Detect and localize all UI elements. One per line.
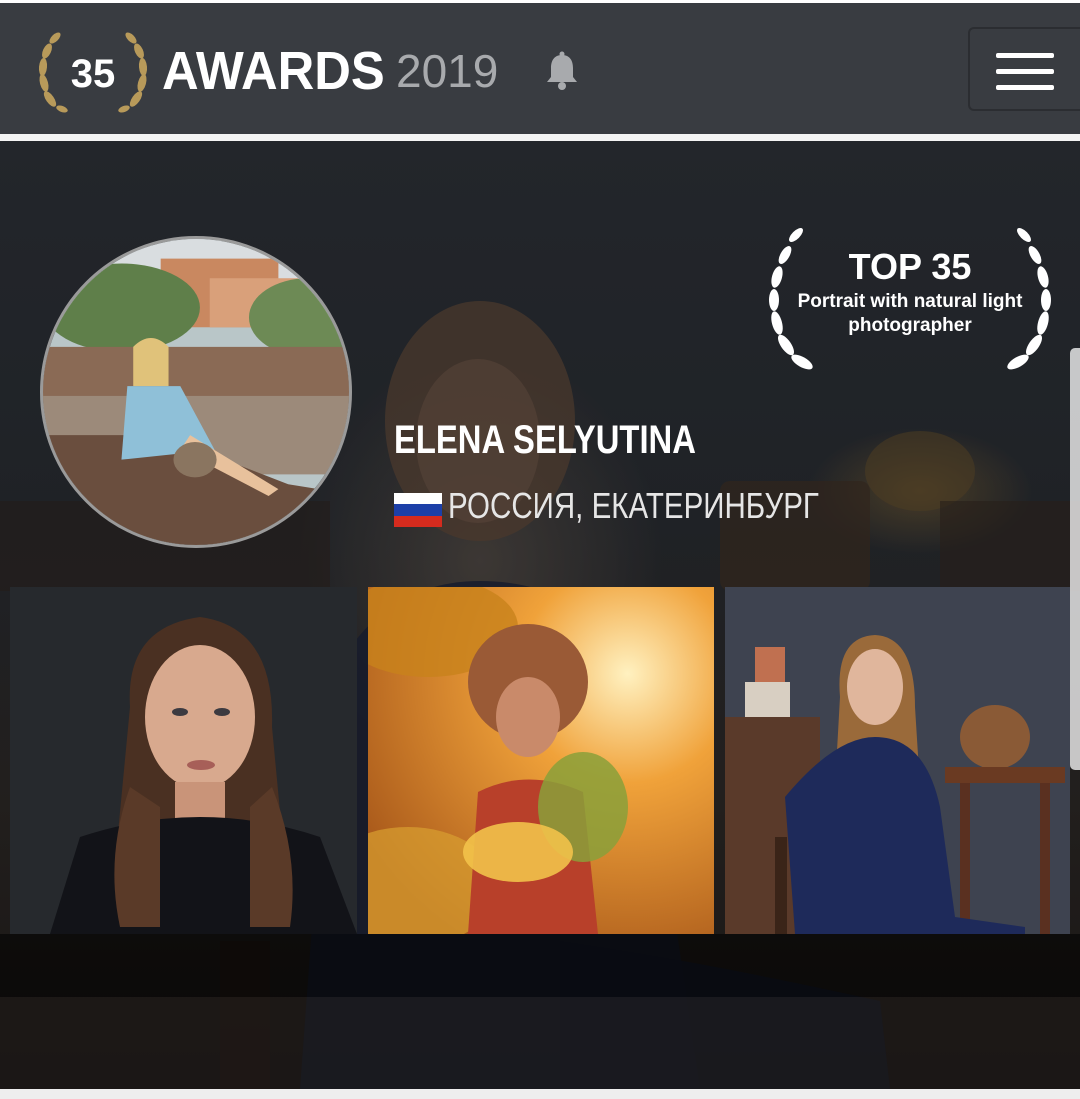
badge-category: Portrait with natural light (797, 291, 1023, 312)
badge-title: TOP 35 (848, 246, 972, 287)
photographer-avatar[interactable] (40, 236, 352, 548)
badge-role: photographer (848, 315, 972, 336)
gallery-photo-1[interactable] (10, 587, 357, 934)
seated-woman-image (725, 587, 1070, 934)
page-footer-edge (0, 1089, 1080, 1099)
bell-icon[interactable] (543, 51, 581, 91)
gallery-bottom-band (0, 934, 1080, 997)
avatar-image (43, 239, 349, 545)
portrait-woman-image (10, 587, 357, 934)
russia-flag-icon (394, 493, 442, 527)
menu-bar-icon (996, 85, 1054, 90)
page-scrollbar[interactable] (1070, 348, 1080, 770)
menu-bar-icon (996, 53, 1054, 58)
gallery-photo-3[interactable] (725, 587, 1070, 934)
logo-number: 35 (71, 52, 116, 96)
menu-bar-icon (996, 69, 1054, 74)
laurel-logo-icon[interactable]: 35 (36, 29, 150, 117)
hamburger-menu-button[interactable] (968, 27, 1080, 111)
hero-bottom-strip (0, 997, 1080, 1089)
photographer-name[interactable]: ELENA SELYUTINA (394, 417, 696, 463)
top35-award-badge: TOP 35 Portrait with natural light photo… (760, 217, 1060, 377)
photo-gallery (0, 587, 1080, 934)
photographer-location: РОССИЯ, ЕКАТЕРИНБУРГ (448, 485, 819, 526)
brand-title[interactable]: AWARDS (162, 39, 385, 103)
photographer-profile-hero: TOP 35 Portrait with natural light photo… (0, 141, 1080, 1089)
edition-year: 2019 (396, 45, 499, 97)
header-divider (0, 134, 1080, 141)
child-autumn-image (368, 587, 714, 934)
top-navigation-bar: 35 AWARDS 2019 (0, 0, 1080, 134)
gallery-photo-2[interactable] (368, 587, 714, 934)
